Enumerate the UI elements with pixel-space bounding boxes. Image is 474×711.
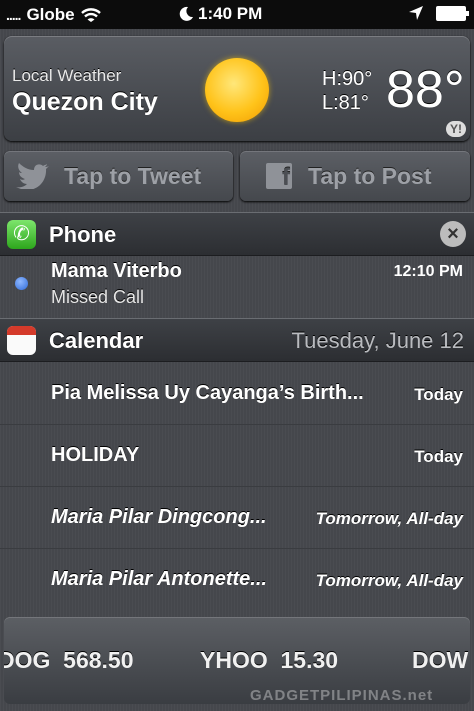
facebook-icon: f <box>266 163 292 191</box>
call-time: 12:10 PM <box>393 263 463 280</box>
calendar-app-icon <box>7 326 36 355</box>
yahoo-logo-icon: Y! <box>446 121 466 137</box>
call-status: Missed Call <box>51 287 145 307</box>
event-time: Tomorrow, All-day <box>315 571 463 590</box>
stock-symbol: YHOO <box>200 647 268 673</box>
watermark: GADGETPILIPINAS.net <box>250 687 434 704</box>
weather-temperature: 88° <box>386 61 465 119</box>
event-title: Pia Melissa Uy Cayanga’s Birth... <box>51 382 364 404</box>
status-bar: ..... Globe 1:40 PM <box>0 0 474 29</box>
close-icon[interactable]: × <box>440 221 466 247</box>
missed-call-dot-icon <box>15 277 28 290</box>
calendar-event[interactable]: Maria Pilar Dingcong... Tomorrow, All-da… <box>0 486 474 549</box>
weather-label: Local Weather <box>12 66 122 85</box>
weather-city: Quezon City <box>12 88 158 116</box>
location-arrow-icon <box>409 6 423 20</box>
tweet-label: Tap to Tweet <box>64 162 202 189</box>
tap-to-post-button[interactable]: f Tap to Post <box>240 151 470 201</box>
tap-to-tweet-button[interactable]: Tap to Tweet <box>4 151 233 201</box>
event-time: Tomorrow, All-day <box>315 509 463 528</box>
stock-symbol: DOW <box>412 647 469 673</box>
event-time: Today <box>414 447 463 466</box>
stock-item: DOG 568.50 <box>4 647 134 674</box>
stock-value: 568.50 <box>63 647 134 673</box>
phone-section-header[interactable]: ✆ Phone × <box>0 212 474 256</box>
calendar-section-header[interactable]: Calendar Tuesday, June 12 <box>0 318 474 362</box>
calendar-event[interactable]: HOLIDAY Today <box>0 424 474 487</box>
weather-low: L:81° <box>322 92 369 114</box>
stock-symbol: DOG <box>4 647 51 673</box>
moon-icon <box>179 6 193 21</box>
weather-high: H:90° <box>322 68 373 90</box>
calendar-section-title: Calendar <box>49 328 144 353</box>
calendar-event[interactable]: Pia Melissa Uy Cayanga’s Birth... Today <box>0 362 474 425</box>
sun-icon <box>205 58 269 122</box>
stock-item: YHOO 15.30 <box>200 647 338 674</box>
event-title: Maria Pilar Dingcong... <box>51 506 267 528</box>
phone-app-icon: ✆ <box>7 220 36 249</box>
calendar-event[interactable]: Maria Pilar Antonette... Tomorrow, All-d… <box>0 548 474 610</box>
battery-icon <box>436 5 469 21</box>
stock-value: 15.30 <box>280 647 339 673</box>
weather-widget[interactable]: Local Weather Quezon City H:90° L:81° 88… <box>4 36 470 141</box>
signal-strength-icon: ..... <box>6 7 21 23</box>
stock-item: DOW <box>412 647 468 674</box>
event-title: HOLIDAY <box>51 444 140 466</box>
calendar-date: Tuesday, June 12 <box>291 328 464 353</box>
carrier-name: Globe <box>26 5 75 24</box>
wifi-icon <box>80 7 101 22</box>
clock-time: 1:40 PM <box>198 4 263 23</box>
phone-section-title: Phone <box>49 222 117 247</box>
event-time: Today <box>414 385 463 404</box>
event-title: Maria Pilar Antonette... <box>51 568 267 590</box>
post-label: Tap to Post <box>308 162 432 189</box>
twitter-bird-icon <box>16 163 49 189</box>
caller-name: Mama Viterbo <box>51 260 182 282</box>
